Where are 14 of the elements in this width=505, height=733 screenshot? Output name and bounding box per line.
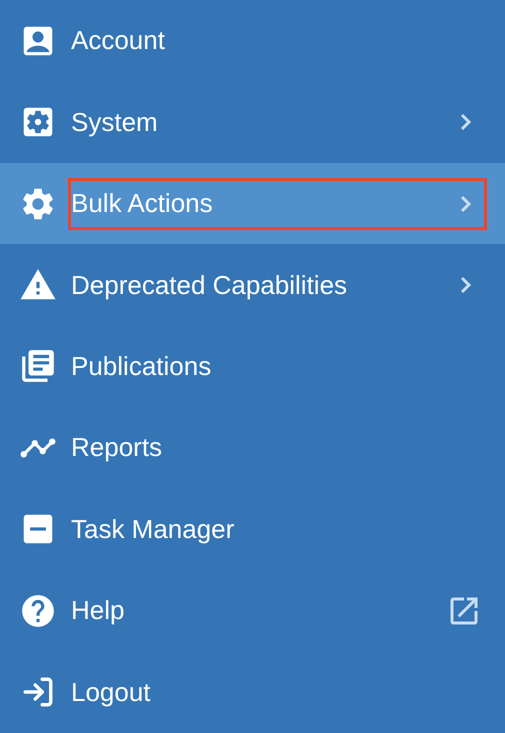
menu-label: Reports — [71, 431, 164, 464]
menu-label: Task Manager — [71, 512, 236, 546]
menu-label: System — [71, 106, 159, 139]
menu-item[interactable]: Bulk Actions — [0, 162, 505, 244]
logout-icon — [21, 675, 55, 710]
chevron-icon — [460, 113, 472, 132]
chevron-icon — [460, 276, 472, 294]
menu-label: Logout — [71, 676, 152, 709]
menu-label: Account — [71, 24, 166, 58]
chevron-icon — [460, 194, 472, 213]
menu-label: Publications — [71, 350, 212, 383]
menu-label: Deprecated Capabilities — [71, 268, 348, 302]
menu-label: Help — [71, 594, 126, 628]
menu-label: Bulk Actions — [71, 187, 214, 220]
